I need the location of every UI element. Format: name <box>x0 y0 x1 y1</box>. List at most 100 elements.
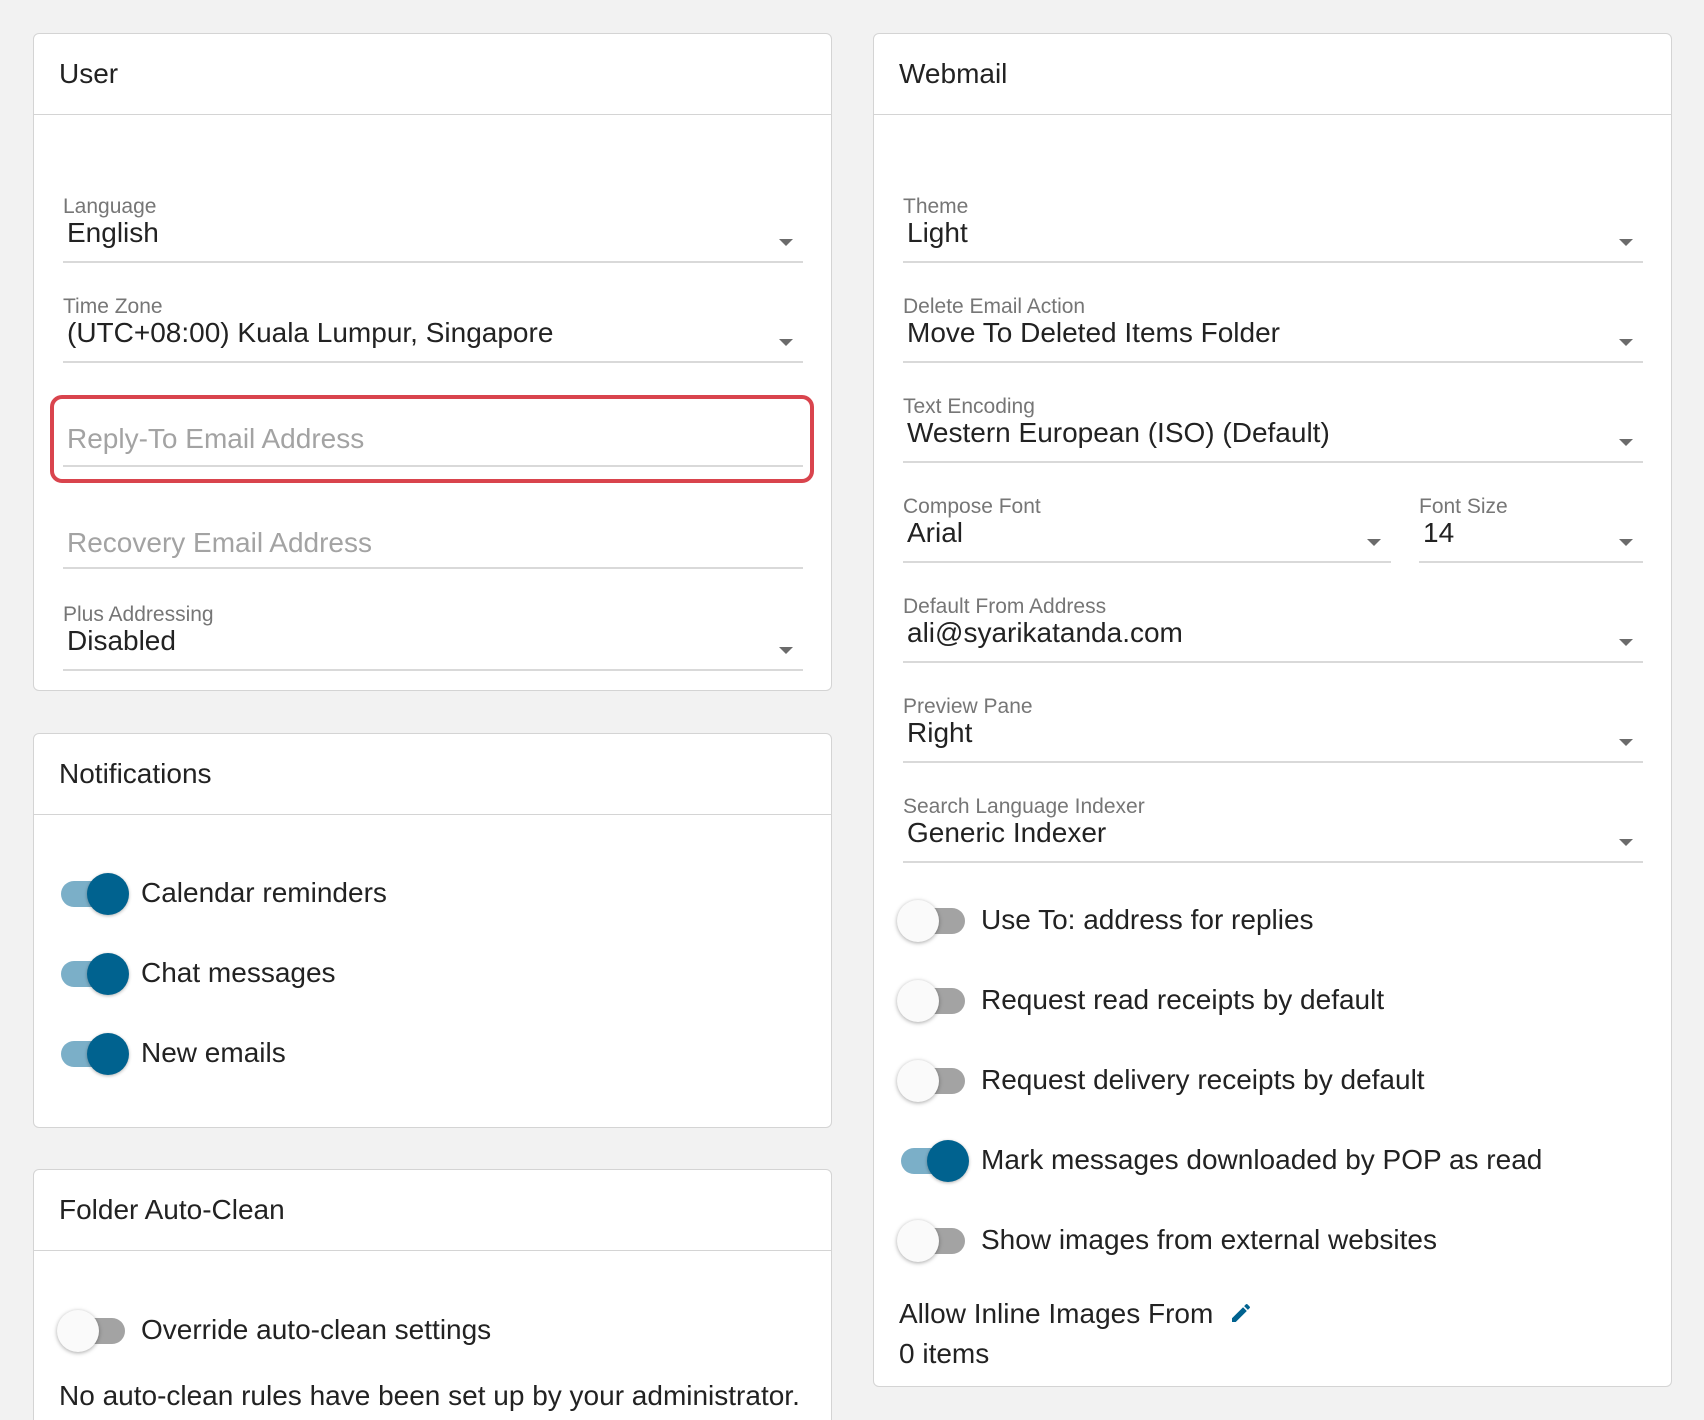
plus-addressing-select[interactable]: Plus Addressing Disabled <box>63 603 803 673</box>
language-select[interactable]: Language English <box>63 195 803 265</box>
default-from-underline <box>903 661 1643 663</box>
text-encoding-underline <box>903 461 1643 463</box>
toggle-switch[interactable] <box>57 1308 129 1352</box>
delete-action-label: Delete Email Action <box>903 295 1086 318</box>
font-size-select[interactable]: Font Size 14 <box>1419 495 1643 565</box>
preview-pane-select[interactable]: Preview Pane Right <box>903 695 1643 765</box>
inline-images-heading: Allow Inline Images From <box>899 1298 1253 1332</box>
toggle-label: Use To: address for replies <box>981 904 1314 935</box>
compose-font-label: Compose Font <box>903 495 1041 518</box>
reply-to-underline <box>63 465 803 467</box>
chevron-down-icon <box>1619 239 1633 246</box>
toggle-read-receipts[interactable]: Request read receipts by default <box>897 978 1384 1022</box>
plus-addressing-value: Disabled <box>67 625 176 656</box>
delete-action-value: Move To Deleted Items Folder <box>907 317 1280 348</box>
toggle-label: Calendar reminders <box>141 877 387 908</box>
plus-addressing-underline <box>63 669 803 671</box>
language-underline <box>63 261 803 263</box>
preview-pane-value: Right <box>907 717 973 748</box>
chevron-down-icon <box>779 239 793 246</box>
recovery-underline <box>63 567 803 569</box>
toggle-label: Show images from external websites <box>981 1224 1437 1255</box>
default-from-label: Default From Address <box>903 595 1107 618</box>
compose-font-value: Arial <box>907 517 964 548</box>
compose-font-select[interactable]: Compose Font Arial <box>903 495 1391 565</box>
toggle-switch[interactable] <box>57 871 129 915</box>
toggle-switch[interactable] <box>57 951 129 995</box>
time-zone-underline <box>63 361 803 363</box>
plus-addressing-label: Plus Addressing <box>63 603 214 626</box>
toggle-switch[interactable] <box>897 1058 969 1102</box>
preview-pane-label: Preview Pane <box>903 695 1033 718</box>
notifications-card: Notifications Calendar reminders Chat me… <box>33 733 832 1128</box>
toggle-switch[interactable] <box>897 978 969 1022</box>
autoclean-note: No auto-clean rules have been set up by … <box>59 1380 800 1411</box>
toggle-label: Override auto-clean settings <box>141 1314 492 1345</box>
user-card: User Language English Time Zone (UTC+08:… <box>33 33 832 691</box>
toggle-calendar-reminders[interactable]: Calendar reminders <box>57 871 387 915</box>
toggle-show-external-images[interactable]: Show images from external websites <box>897 1218 1437 1262</box>
time-zone-value: (UTC+08:00) Kuala Lumpur, Singapore <box>67 317 554 348</box>
delete-action-underline <box>903 361 1643 363</box>
chevron-down-icon <box>1367 539 1381 546</box>
recovery-email-input[interactable]: Recovery Email Address <box>63 509 803 579</box>
compose-font-underline <box>903 561 1391 563</box>
chevron-down-icon <box>779 339 793 346</box>
language-value: English <box>67 217 159 248</box>
toggle-chat-messages[interactable]: Chat messages <box>57 951 336 995</box>
chevron-down-icon <box>1619 439 1633 446</box>
toggle-mark-pop-read[interactable]: Mark messages downloaded by POP as read <box>897 1138 1542 1182</box>
theme-value: Light <box>907 217 968 248</box>
pencil-icon[interactable] <box>1229 1300 1253 1332</box>
webmail-card: Webmail Theme Light Delete Email Action … <box>873 33 1672 1387</box>
text-encoding-label: Text Encoding <box>903 395 1035 418</box>
toggle-delivery-receipts[interactable]: Request delivery receipts by default <box>897 1058 1425 1102</box>
toggle-switch[interactable] <box>57 1031 129 1075</box>
chevron-down-icon <box>779 647 793 654</box>
toggle-switch[interactable] <box>897 1138 969 1182</box>
theme-underline <box>903 261 1643 263</box>
toggle-label: Request delivery receipts by default <box>981 1064 1425 1095</box>
font-size-label: Font Size <box>1419 495 1508 518</box>
webmail-card-title: Webmail <box>874 34 1671 115</box>
inline-images-label: Allow Inline Images From <box>899 1298 1214 1329</box>
toggle-switch[interactable] <box>897 1218 969 1262</box>
font-size-value: 14 <box>1423 517 1455 548</box>
chevron-down-icon <box>1619 539 1633 546</box>
time-zone-label: Time Zone <box>63 295 163 318</box>
chevron-down-icon <box>1619 739 1633 746</box>
language-label: Language <box>63 195 157 218</box>
toggle-label: Chat messages <box>141 957 336 988</box>
preview-pane-underline <box>903 761 1643 763</box>
delete-action-select[interactable]: Delete Email Action Move To Deleted Item… <box>903 295 1643 365</box>
toggle-label: New emails <box>141 1037 286 1068</box>
inline-images-count: 0 items <box>899 1338 990 1369</box>
text-encoding-select[interactable]: Text Encoding Western European (ISO) (De… <box>903 395 1643 465</box>
toggle-label: Mark messages downloaded by POP as read <box>981 1144 1543 1175</box>
toggle-switch[interactable] <box>897 898 969 942</box>
toggle-new-emails[interactable]: New emails <box>57 1031 286 1075</box>
folder-autoclean-card: Folder Auto-Clean Override auto-clean se… <box>33 1169 832 1420</box>
text-encoding-value: Western European (ISO) (Default) <box>907 417 1330 448</box>
recovery-placeholder: Recovery Email Address <box>67 527 373 558</box>
reply-to-placeholder: Reply-To Email Address <box>67 423 365 454</box>
search-indexer-underline <box>903 861 1643 863</box>
chevron-down-icon <box>1619 639 1633 646</box>
chevron-down-icon <box>1619 339 1633 346</box>
font-size-underline <box>1419 561 1643 563</box>
time-zone-select[interactable]: Time Zone (UTC+08:00) Kuala Lumpur, Sing… <box>63 295 803 365</box>
default-from-value: ali@syarikatanda.com <box>907 617 1183 648</box>
theme-select[interactable]: Theme Light <box>903 195 1643 265</box>
search-indexer-value: Generic Indexer <box>907 817 1107 848</box>
search-indexer-label: Search Language Indexer <box>903 795 1145 818</box>
default-from-select[interactable]: Default From Address ali@syarikatanda.co… <box>903 595 1643 665</box>
toggle-use-to-address[interactable]: Use To: address for replies <box>897 898 1314 942</box>
theme-label: Theme <box>903 195 969 218</box>
toggle-label: Request read receipts by default <box>981 984 1385 1015</box>
user-card-title: User <box>34 34 831 115</box>
folder-autoclean-card-title: Folder Auto-Clean <box>34 1170 831 1251</box>
toggle-override-autoclean[interactable]: Override auto-clean settings <box>57 1308 491 1352</box>
chevron-down-icon <box>1619 839 1633 846</box>
search-indexer-select[interactable]: Search Language Indexer Generic Indexer <box>903 795 1643 865</box>
reply-to-email-input[interactable]: Reply-To Email Address <box>63 405 803 475</box>
